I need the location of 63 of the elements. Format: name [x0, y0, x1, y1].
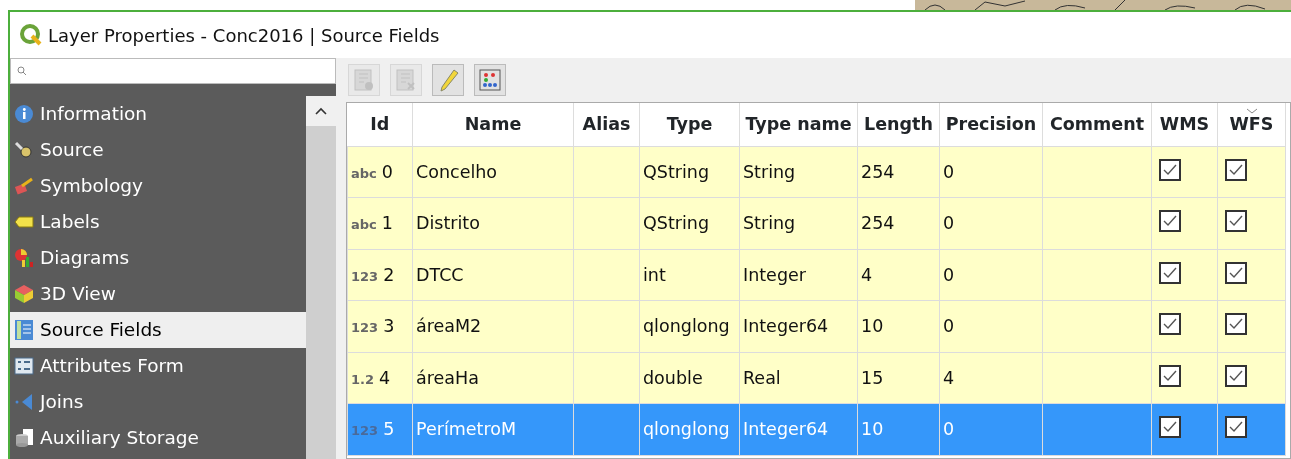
field-type-icon: 123	[351, 423, 379, 439]
field-id: 0	[381, 161, 393, 182]
sidebar-item[interactable]: Auxiliary Storage	[10, 420, 306, 456]
column-header[interactable]: Type	[639, 103, 740, 146]
column-header[interactable]: Comment	[1042, 103, 1152, 146]
table-cell: Integer	[739, 249, 858, 301]
field-type-icon: abc	[351, 165, 377, 181]
table-cell: Integer64	[739, 300, 858, 352]
table-cell: 0	[939, 249, 1043, 301]
sidebar-item[interactable]: Source Fields	[10, 312, 306, 348]
sidebar-item[interactable]: Information	[10, 96, 306, 132]
table-cell: String	[739, 146, 858, 198]
table-cell: PerímetroM	[412, 403, 574, 455]
table-cell: double	[639, 352, 740, 404]
field-id: 1	[381, 213, 393, 234]
table-cell: qlonglong	[639, 300, 740, 352]
sidebar-item[interactable]: 3D View	[10, 276, 306, 312]
field-type-icon: 123	[351, 320, 379, 336]
table-cell: DTCC	[412, 249, 574, 301]
field-type-icon: 1.2	[351, 371, 375, 387]
column-header[interactable]: Precision	[939, 103, 1043, 146]
table-cell: String	[739, 197, 858, 249]
table-cell: 254	[857, 146, 940, 198]
field-id: 4	[379, 367, 391, 388]
table-cell: áreaHa	[412, 352, 574, 404]
sidebar-item[interactable]: Diagrams	[10, 240, 306, 276]
field-type-icon: abc	[351, 217, 377, 233]
sidebar-item[interactable]: Source	[10, 132, 306, 168]
window-title: Layer Properties - Conc2016 | Source Fields	[48, 23, 440, 48]
column-header[interactable]: Id	[347, 103, 413, 146]
table-cell: 4	[939, 352, 1043, 404]
table-cell: Real	[739, 352, 858, 404]
table-cell: 15	[857, 352, 940, 404]
field-id: 2	[383, 264, 395, 285]
sidebar-item[interactable]: Symbology	[10, 168, 306, 204]
sidebar-item[interactable]: Attributes Form	[10, 348, 306, 384]
table-cell: qlonglong	[639, 403, 740, 455]
table-cell: 0	[939, 300, 1043, 352]
table-cell: áreaM2	[412, 300, 574, 352]
column-header[interactable]: Length	[857, 103, 940, 146]
column-header[interactable]: Name	[412, 103, 574, 146]
field-type-icon: 123	[351, 268, 379, 284]
column-header[interactable]: Type name	[739, 103, 858, 146]
field-id: 5	[383, 419, 395, 440]
column-header[interactable]: WFS	[1217, 103, 1286, 146]
table-cell: 0	[939, 197, 1043, 249]
table-cell: Distrito	[412, 197, 574, 249]
column-header[interactable]: WMS	[1151, 103, 1218, 146]
table-cell: QString	[639, 146, 740, 198]
table-cell: 4	[857, 249, 940, 301]
table-cell: 254	[857, 197, 940, 249]
table-cell: QString	[639, 197, 740, 249]
column-header[interactable]: Alias	[573, 103, 640, 146]
sidebar-item[interactable]: Joins	[10, 384, 306, 420]
sidebar-item[interactable]: Labels	[10, 204, 306, 240]
field-id: 3	[383, 316, 395, 337]
table-cell: 10	[857, 300, 940, 352]
table-cell: int	[639, 249, 740, 301]
table-cell: Integer64	[739, 403, 858, 455]
table-cell: 0	[939, 403, 1043, 455]
table-cell: Concelho	[412, 146, 574, 198]
table-cell: 10	[857, 403, 940, 455]
table-cell: 0	[939, 146, 1043, 198]
